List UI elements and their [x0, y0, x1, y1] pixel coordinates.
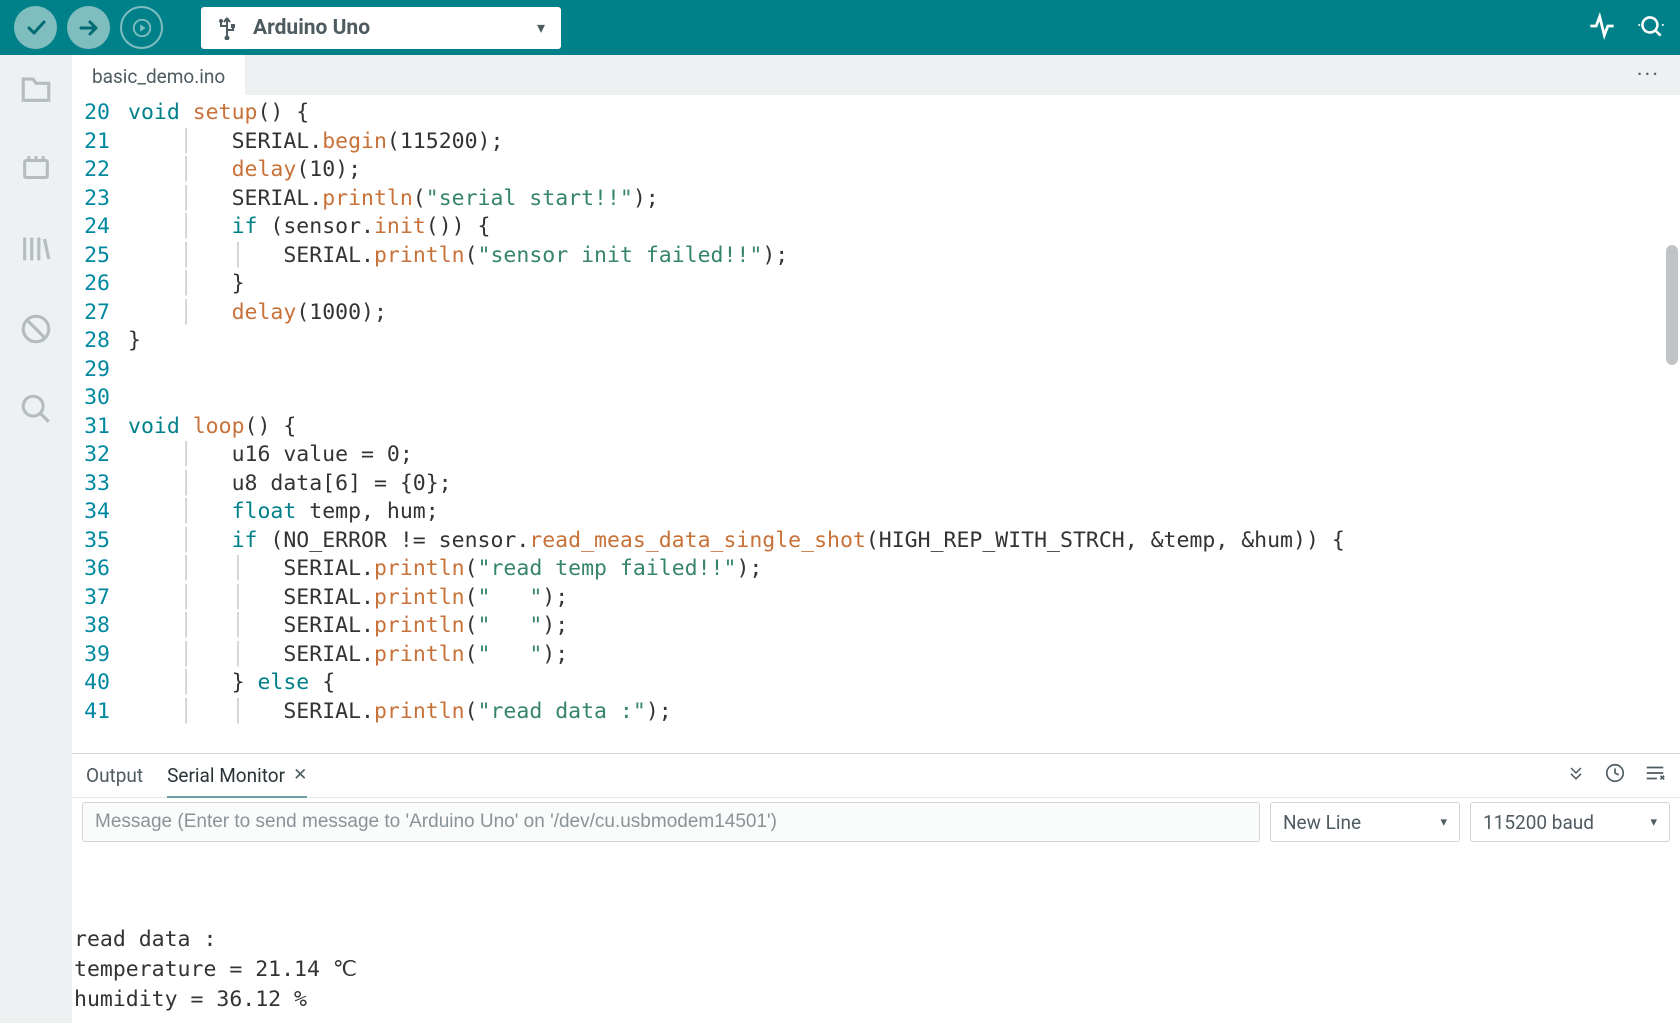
magnifier-dots-icon: [1636, 12, 1666, 40]
serial-monitor-button[interactable]: [1636, 12, 1666, 44]
clear-lines-icon: [1644, 762, 1666, 784]
serial-input-row: New Line 115200 baud: [72, 798, 1680, 846]
serial-plotter-button[interactable]: [1588, 12, 1616, 44]
folder-icon: [19, 72, 53, 106]
search-icon: [19, 392, 53, 426]
books-icon: [19, 232, 53, 266]
usb-icon: [217, 16, 237, 40]
tab-file[interactable]: basic_demo.ino: [72, 55, 245, 95]
scroll-thumb[interactable]: [1666, 245, 1678, 365]
serial-output[interactable]: read data : temperature = 21.14 ℃ humidi…: [72, 846, 1680, 1023]
sidebar-debug[interactable]: [14, 307, 58, 351]
panel-tab-label: Serial Monitor: [167, 764, 285, 787]
no-entry-icon: [19, 312, 53, 346]
arrow-right-icon: [77, 16, 101, 40]
panel-tab-output[interactable]: Output: [86, 755, 143, 796]
panel-tabs: Output Serial Monitor ✕: [72, 754, 1680, 798]
bottom-panel: Output Serial Monitor ✕: [72, 753, 1680, 1023]
clock-icon: [1604, 762, 1626, 784]
board-name: Arduino Uno: [253, 16, 370, 40]
tab-strip: basic_demo.ino ···: [72, 55, 1680, 95]
board-selector[interactable]: Arduino Uno ▾: [201, 7, 561, 49]
close-icon[interactable]: ✕: [293, 765, 307, 785]
sidebar-library-manager[interactable]: [14, 227, 58, 271]
check-icon: [24, 16, 48, 40]
sidebar-boards-manager[interactable]: [14, 147, 58, 191]
baud-rate-select[interactable]: 115200 baud: [1470, 802, 1670, 842]
verify-button[interactable]: [14, 6, 57, 49]
panel-clear-button[interactable]: [1644, 762, 1666, 789]
toolbar: Arduino Uno ▾: [0, 0, 1680, 55]
code-lines[interactable]: void setup() { │ SERIAL.begin(115200); │…: [128, 99, 1680, 726]
board-icon: [19, 152, 53, 186]
pulse-icon: [1588, 12, 1616, 40]
line-ending-select[interactable]: New Line: [1270, 802, 1460, 842]
upload-button[interactable]: [67, 6, 110, 49]
editor-scrollbar[interactable]: [1664, 95, 1680, 424]
sidebar-sketchbook[interactable]: [14, 67, 58, 111]
line-gutter: 20 21 22 23 24 25 26 27 28 29 30 31 32 3…: [72, 99, 128, 726]
tab-menu-button[interactable]: ···: [1637, 55, 1680, 95]
serial-message-input[interactable]: [82, 802, 1260, 842]
panel-tab-serial-monitor[interactable]: Serial Monitor ✕: [167, 755, 307, 798]
sidebar: [0, 55, 72, 1023]
debug-play-icon: [131, 17, 153, 39]
chevrons-down-icon: [1566, 763, 1586, 783]
sidebar-search[interactable]: [14, 387, 58, 431]
debug-button[interactable]: [120, 6, 163, 49]
code-editor[interactable]: 20 21 22 23 24 25 26 27 28 29 30 31 32 3…: [72, 95, 1680, 753]
panel-collapse-button[interactable]: [1566, 763, 1586, 788]
panel-timestamp-button[interactable]: [1604, 762, 1626, 789]
chevron-down-icon: ▾: [537, 18, 545, 37]
